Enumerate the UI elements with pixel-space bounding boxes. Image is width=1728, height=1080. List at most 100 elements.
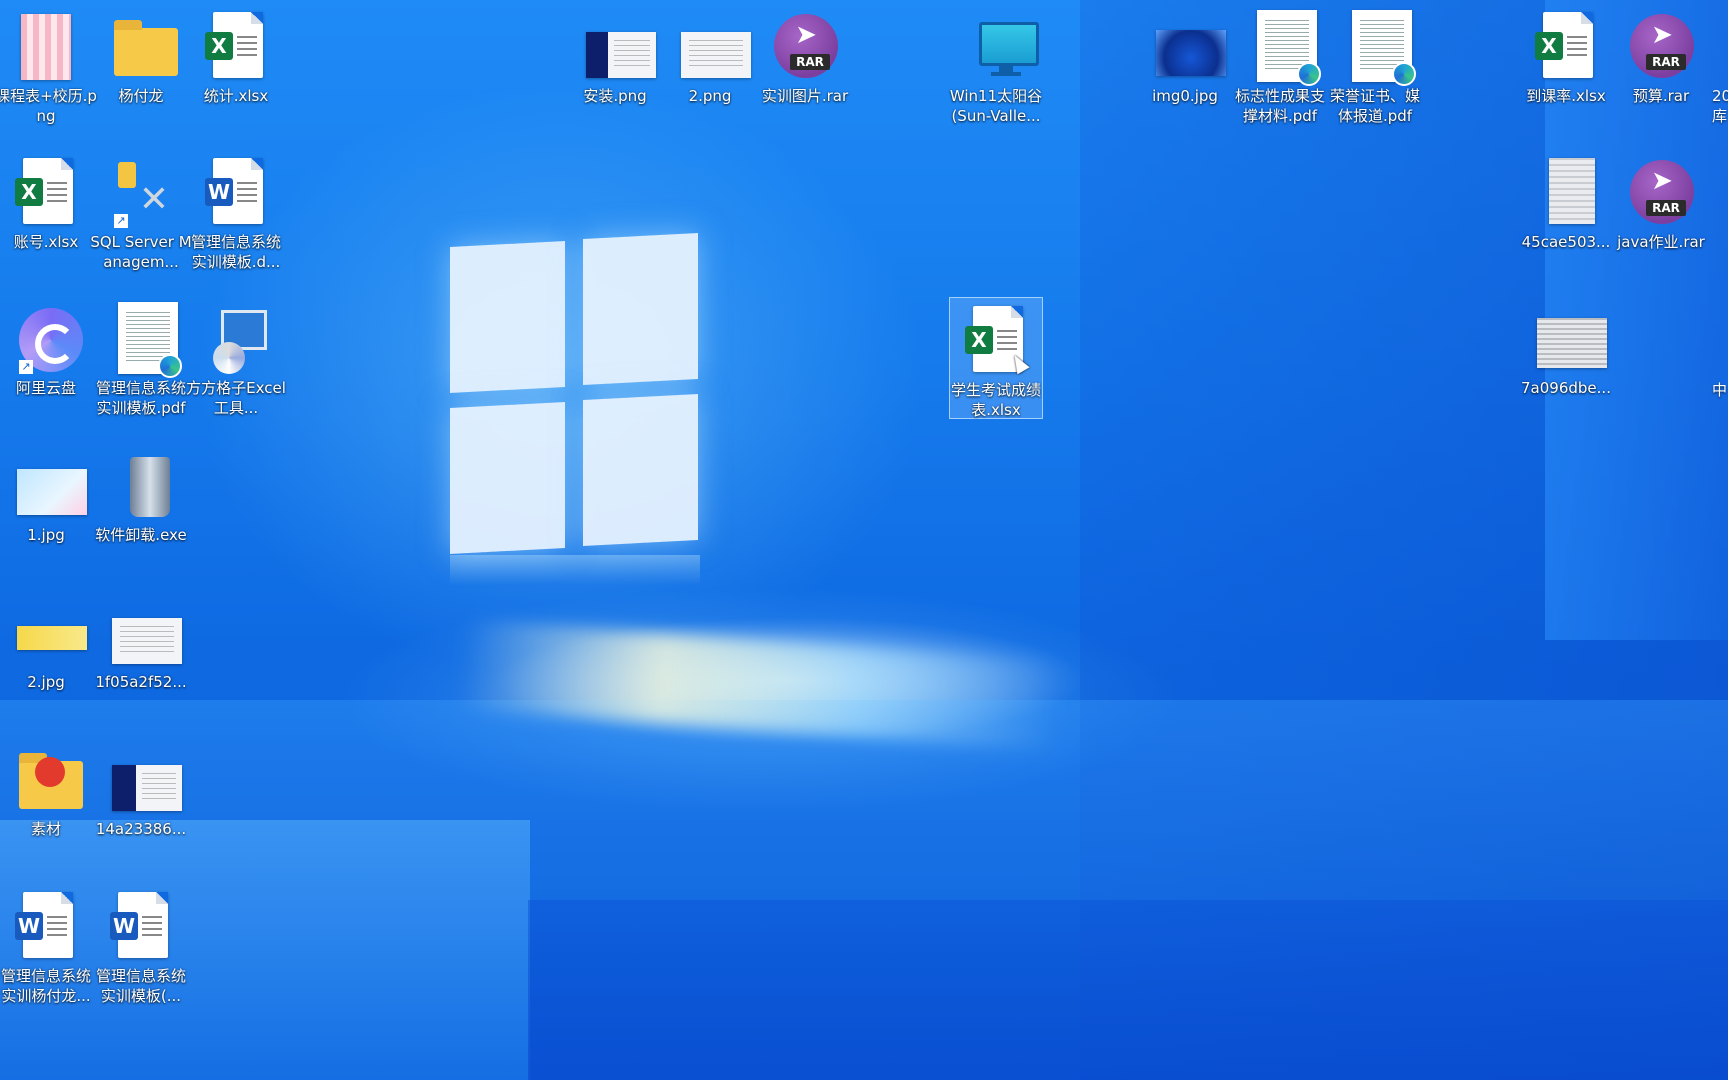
icon-label: 2.jpg	[27, 673, 65, 691]
icon-label: 1f05a2f52...	[95, 673, 187, 691]
word-badge: W	[15, 912, 43, 940]
excel-file-icon: X	[1531, 10, 1601, 84]
image-file-icon	[580, 10, 656, 84]
image-file-icon	[1531, 156, 1601, 230]
icon-label: Win11太阳谷 (Sun-Valle...	[949, 87, 1043, 125]
aliyun-drive-app-icon: ↗	[11, 302, 83, 376]
desktop-icon-account-xlsx[interactable]: X 账号.xlsx	[0, 150, 92, 278]
icon-label: 账号.xlsx	[13, 233, 79, 251]
desktop-icon-mis-yangfulong-doc[interactable]: W 管理信息系统实训杨付龙...	[0, 884, 92, 1012]
rar-tag: RAR	[1646, 54, 1686, 70]
this-pc-icon	[961, 10, 1039, 84]
word-badge: W	[205, 178, 233, 206]
icon-label: 阿里云盘	[15, 379, 76, 397]
desktop-icon-student-scores-xlsx[interactable]: X 学生考试成绩表.xlsx	[949, 297, 1043, 419]
windows-logo-pane	[450, 240, 565, 394]
icon-label: 课程表+校历.png	[0, 87, 97, 125]
image-file-icon	[106, 743, 182, 817]
folder-shape	[114, 20, 178, 76]
desktop-icon-14a23386[interactable]: 14a23386...	[95, 737, 187, 865]
icon-label: SQL Server Managem...	[90, 233, 192, 271]
desktop-icon-shixun-rar[interactable]: ➤ RAR 实训图片.rar	[759, 4, 851, 132]
wallpaper-step-front	[528, 900, 1728, 1080]
desktop-icon-win11-sun-valley[interactable]: Win11太阳谷 (Sun-Valle...	[950, 4, 1042, 132]
desktop-wallpaper: 课程表+校历.png X 账号.xlsx ↗ 阿里云盘 1.jpg 2.jpg …	[0, 0, 1728, 1080]
pdf-file-icon	[1245, 10, 1321, 86]
icon-label: 软件卸载.exe	[95, 526, 187, 544]
edge-partial-label: 20	[1712, 87, 1728, 105]
schedule-thumbnail	[21, 14, 71, 80]
icon-label: 素材	[30, 820, 61, 838]
lightning-icon: ➤	[795, 20, 817, 50]
desktop-icon-daokelv-xlsx[interactable]: X 到课率.xlsx	[1520, 4, 1612, 132]
edge-browser-icon	[1392, 62, 1416, 86]
desktop-icon-2-png[interactable]: 2.png	[664, 4, 756, 132]
image-file-icon	[1531, 302, 1607, 376]
screenshot-thumbnail	[112, 618, 182, 664]
desktop-icon-img0-jpg[interactable]: img0.jpg	[1139, 4, 1231, 132]
pdf-preview	[1352, 10, 1416, 86]
icon-label: 管理信息系统实训模板.pdf	[95, 379, 186, 417]
desktop-icon-1f05a2f52[interactable]: 1f05a2f52...	[95, 590, 187, 718]
image-file-icon	[11, 10, 81, 84]
paper-photo-thumbnail	[1537, 318, 1607, 368]
photo-thumbnail	[17, 626, 87, 650]
desktop-icon-7a096dbe[interactable]: 7a096dbe...	[1520, 296, 1612, 424]
desktop-icon-45cae503[interactable]: 45cae503...	[1520, 150, 1612, 278]
icon-label: 杨付龙	[118, 87, 164, 105]
shortcut-arrow-icon: ↗	[19, 360, 33, 374]
desktop-icon-anzhuang-png[interactable]: 安装.png	[569, 4, 661, 132]
icon-label: 2.png	[688, 87, 732, 105]
desktop-icon-course-schedule[interactable]: 课程表+校历.png	[0, 4, 97, 132]
icon-label: 管理信息系统实训模板(...	[95, 967, 186, 1005]
icon-label: 1.jpg	[27, 526, 65, 544]
icon-label: 管理信息系统实训杨付龙...	[0, 967, 91, 1005]
recycle-bin-icon	[106, 449, 176, 523]
windows-logo-pane	[583, 232, 698, 386]
desktop-icon-2-jpg[interactable]: 2.jpg	[0, 590, 92, 718]
media-badge-icon	[35, 757, 65, 787]
excel-badge: X	[205, 32, 233, 60]
desktop-icon-sucai-folder[interactable]: 素材	[0, 737, 92, 865]
icon-label: 14a23386...	[95, 820, 187, 838]
icon-label: 标志性成果支撑材料.pdf	[1234, 87, 1325, 125]
desktop-icon-fangfanggezi[interactable]: 方方格子Excel工具...	[186, 296, 286, 424]
image-file-icon	[675, 10, 751, 84]
icon-label: 实训图片.rar	[761, 87, 849, 105]
bloom-thumbnail	[1156, 30, 1226, 76]
desktop-icon-1-jpg[interactable]: 1.jpg	[0, 443, 92, 571]
monitor-screen	[979, 22, 1039, 66]
folder-icon	[11, 743, 83, 817]
desktop-icon-mis-template-doc2[interactable]: W 管理信息系统实训模板(...	[95, 884, 187, 1012]
desktop-icon-rongyu-pdf[interactable]: 荣誉证书、媒体报道.pdf	[1329, 4, 1421, 132]
rar-tag: RAR	[790, 54, 830, 70]
photo-thumbnail	[17, 469, 87, 515]
desktop-icon-java-rar[interactable]: ➤ RAR java作业.rar	[1615, 150, 1707, 278]
image-file-icon	[106, 596, 182, 670]
icon-label: 到课率.xlsx	[1526, 87, 1606, 105]
edge-partial-label: 中	[1712, 381, 1728, 399]
screenshot-thumbnail	[681, 32, 751, 78]
word-file-icon: W	[106, 890, 176, 964]
desktop-icon-uninstall-exe[interactable]: 软件卸载.exe	[95, 443, 187, 571]
desktop-icon-yusuan-rar[interactable]: ➤ RAR 预算.rar	[1615, 4, 1707, 132]
desktop-icon-mis-template-docx[interactable]: W 管理信息系统实训模板.d...	[190, 150, 282, 278]
desktop-icon-tongji-xlsx[interactable]: X 统计.xlsx	[190, 4, 282, 132]
desktop-icon-mis-template-pdf[interactable]: 管理信息系统实训模板.pdf	[95, 296, 187, 424]
desktop-icon-aliyun-drive[interactable]: ↗ 阿里云盘	[0, 296, 92, 424]
image-file-icon	[1150, 10, 1226, 84]
edge-browser-icon	[1297, 62, 1321, 86]
icon-label: 荣誉证书、媒体报道.pdf	[1329, 87, 1420, 125]
desktop-icon-biaozhi-pdf[interactable]: 标志性成果支撑材料.pdf	[1234, 4, 1326, 132]
icon-label: 方方格子Excel工具...	[186, 379, 286, 417]
icon-label: java作业.rar	[1617, 233, 1705, 251]
rar-archive-icon: ➤ RAR	[770, 10, 840, 84]
windows-logo-reflection	[450, 555, 700, 585]
icon-label: 7a096dbe...	[1521, 379, 1611, 397]
pdf-file-icon	[106, 302, 182, 378]
desktop-icon-yangfulong-folder[interactable]: 杨付龙	[95, 4, 187, 132]
edge-partial-label: 库	[1712, 107, 1728, 125]
sql-server-tool-icon: ✕ ↗	[106, 156, 176, 230]
desktop-icon-sql-server[interactable]: ✕ ↗ SQL Server Managem...	[90, 150, 192, 278]
rar-badge-circle: ➤ RAR	[1630, 14, 1694, 78]
